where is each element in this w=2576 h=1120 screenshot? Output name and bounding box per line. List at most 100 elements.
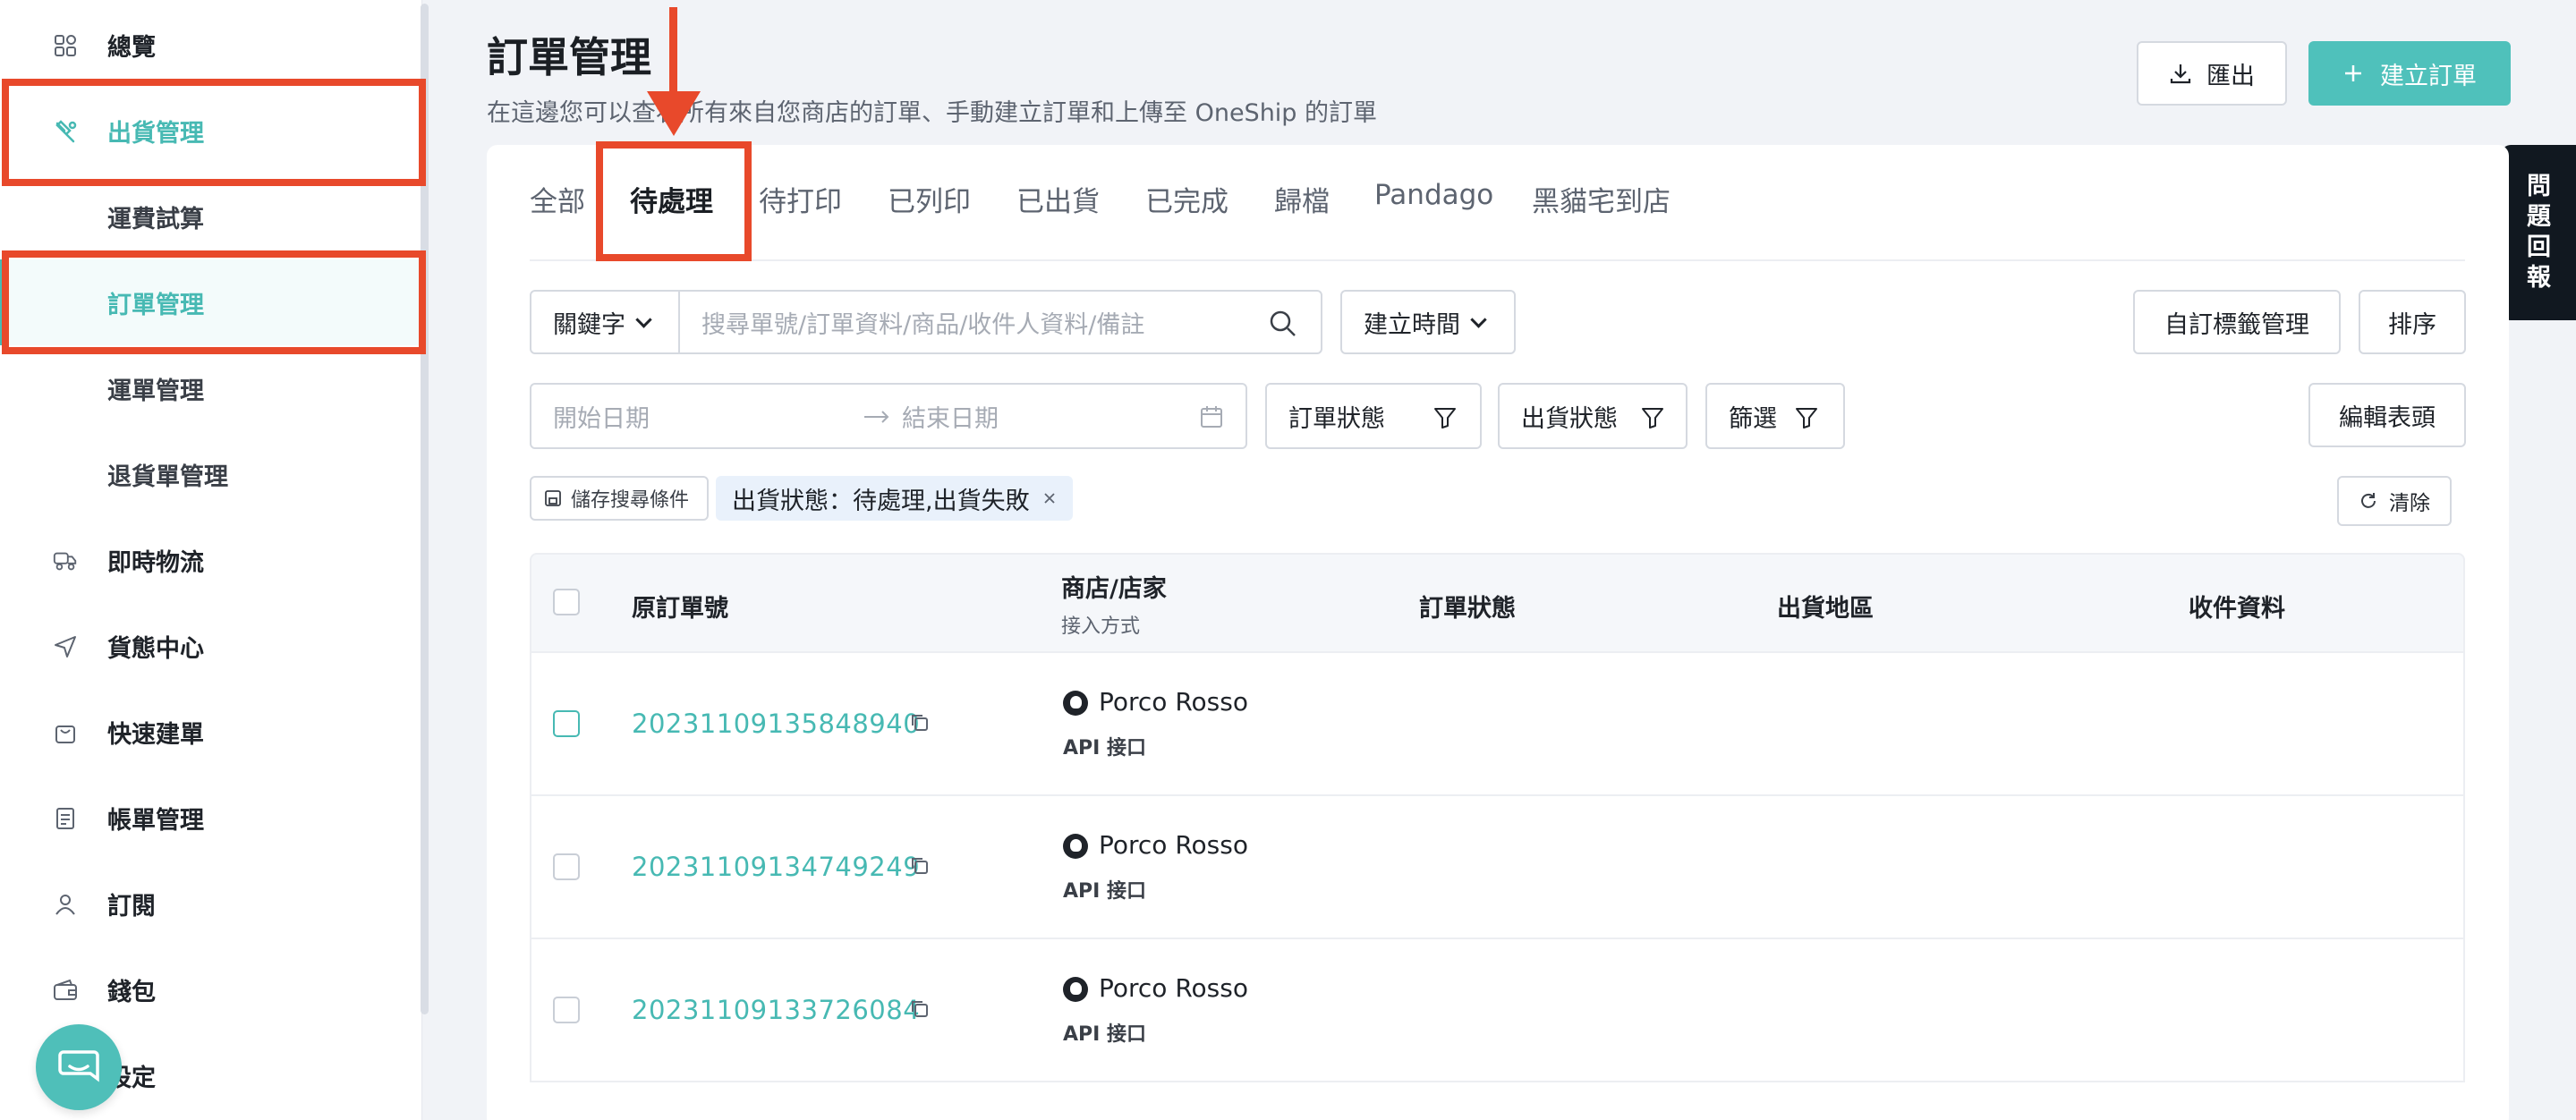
row-checkbox[interactable]: [553, 997, 580, 1023]
clear-filters-button[interactable]: 清除: [2337, 476, 2452, 526]
create-order-button[interactable]: 建立訂單: [2308, 41, 2511, 106]
table-header: 原訂單號 商店/店家 接入方式 訂單狀態 出貨地區 收件資料: [530, 553, 2465, 653]
tabs-divider: [530, 259, 2465, 261]
shipping-status-label: 出貨狀態: [1521, 404, 1618, 433]
save-icon: [545, 490, 561, 506]
store-logo-icon: [1063, 834, 1088, 859]
shipping-status-filter[interactable]: 出貨狀態: [1498, 383, 1688, 449]
end-date-placeholder: 結束日期: [902, 404, 999, 433]
sidebar-item-waybill[interactable]: 運單管理: [0, 345, 421, 431]
copy-icon[interactable]: [909, 712, 931, 734]
refresh-icon: [2361, 493, 2376, 508]
sidebar-item-subscription[interactable]: 訂閱: [0, 861, 421, 946]
sidebar-item-label: 錢包: [107, 978, 156, 1006]
sidebar-item-quick-create[interactable]: 快速建單: [0, 689, 421, 775]
tab-blackcat[interactable]: 黑貓宅到店: [1532, 179, 1671, 219]
date-range-picker[interactable]: 開始日期 結束日期: [530, 383, 1247, 449]
feedback-char: 報: [2527, 264, 2551, 292]
search-field[interactable]: 搜尋單號/訂單資料/商品/收件人資料/備註: [678, 290, 1322, 354]
sidebar-item-label: 貨態中心: [107, 634, 204, 663]
bill-icon: [52, 805, 79, 832]
funnel-icon: [1434, 408, 1456, 428]
store-name: Porco Rosso: [1099, 830, 1248, 860]
custom-tag-button[interactable]: 自訂標籤管理: [2133, 290, 2341, 354]
sidebar-item-freight-calc[interactable]: 運費試算: [0, 174, 421, 259]
order-status-label: 訂單狀態: [1288, 404, 1385, 433]
export-button[interactable]: 匯出: [2137, 41, 2287, 106]
row-checkbox[interactable]: [553, 710, 580, 737]
sidebar-item-shipping[interactable]: 出貨管理: [0, 88, 421, 174]
table-row[interactable]: 20231109133726084 Porco Rosso API 接口: [530, 939, 2465, 1082]
order-number-link[interactable]: 20231109133726084: [632, 995, 920, 1025]
plus-icon: [2345, 65, 2361, 81]
filter-label: 篩選: [1729, 404, 1777, 433]
sidebar-item-wallet[interactable]: 錢包: [0, 946, 421, 1032]
sidebar-item-label: 運單管理: [107, 377, 204, 405]
store-name: Porco Rosso: [1099, 973, 1248, 1003]
sidebar-item-returns[interactable]: 退貨單管理: [0, 431, 421, 517]
sort-button[interactable]: 排序: [2359, 290, 2466, 354]
keyword-select[interactable]: 關鍵字: [530, 290, 680, 354]
tab-pending[interactable]: 待處理: [630, 179, 713, 219]
custom-tag-label: 自訂標籤管理: [2164, 310, 2309, 339]
store-name: Porco Rosso: [1099, 687, 1248, 717]
keyword-select-label: 關鍵字: [553, 310, 625, 339]
save-search-label: 儲存搜尋條件: [571, 489, 690, 512]
funnel-icon: [1642, 408, 1663, 428]
sidebar-item-overview[interactable]: 總覽: [0, 2, 421, 88]
close-icon[interactable]: [1042, 491, 1057, 505]
arrow-right-icon: [864, 411, 889, 423]
tab-pandago[interactable]: Pandago: [1374, 179, 1493, 211]
tab-to-print[interactable]: 待打印: [759, 179, 842, 219]
tab-completed[interactable]: 已完成: [1145, 179, 1228, 219]
order-number-link[interactable]: 20231109134749249: [632, 852, 920, 882]
edit-header-button[interactable]: 編輯表頭: [2308, 383, 2466, 447]
chevron-down-icon: [1470, 310, 1487, 328]
active-indicator: [0, 259, 5, 345]
sidebar-item-label: 快速建單: [107, 720, 204, 749]
clear-label: 清除: [2389, 492, 2430, 515]
search-placeholder: 搜尋單號/訂單資料/商品/收件人資料/備註: [701, 310, 1145, 339]
store-logo-icon: [1063, 691, 1088, 716]
sidebar-scrollbar[interactable]: [421, 4, 429, 1014]
column-recipient: 收件資料: [2189, 595, 2285, 623]
sidebar-item-realtime-logistics[interactable]: 即時物流: [0, 517, 421, 603]
tab-all[interactable]: 全部: [530, 179, 585, 219]
sort-label: 排序: [2388, 310, 2436, 339]
feedback-tab[interactable]: 問 題 回 報: [2502, 145, 2576, 320]
delivery-icon: [52, 547, 79, 574]
search-icon[interactable]: [1269, 310, 1297, 338]
sidebar-item-label: 帳單管理: [107, 806, 204, 835]
copy-icon[interactable]: [909, 998, 931, 1020]
column-order-no: 原訂單號: [632, 595, 728, 623]
tab-archived[interactable]: 歸檔: [1274, 179, 1330, 219]
order-number-link[interactable]: 20231109135848940: [632, 708, 920, 739]
save-search-button[interactable]: 儲存搜尋條件: [530, 476, 709, 521]
bag-icon: [52, 719, 79, 746]
wallet-icon: [52, 977, 79, 1004]
start-date-placeholder: 開始日期: [553, 404, 650, 433]
tab-shipped[interactable]: 已出貨: [1016, 179, 1100, 219]
chat-launcher-button[interactable]: [36, 1024, 122, 1110]
sidebar-item-label: 即時物流: [107, 548, 204, 577]
created-time-select[interactable]: 建立時間: [1340, 290, 1516, 354]
edit-header-label: 編輯表頭: [2339, 403, 2436, 432]
funnel-icon: [1796, 408, 1817, 428]
row-checkbox[interactable]: [553, 853, 580, 880]
select-all-checkbox[interactable]: [553, 589, 580, 615]
filter-button[interactable]: 篩選: [1705, 383, 1845, 449]
sidebar-item-label: 總覽: [107, 33, 156, 62]
column-store: 商店/店家: [1061, 575, 1167, 603]
sidebar-item-order-management[interactable]: 訂單管理: [0, 259, 421, 345]
sidebar-item-tracking-center[interactable]: 貨態中心: [0, 603, 421, 689]
table-row[interactable]: 20231109135848940 Porco Rosso API 接口: [530, 653, 2465, 796]
copy-icon[interactable]: [909, 855, 931, 877]
tab-printed[interactable]: 已列印: [888, 179, 971, 219]
sidebar-item-label: 出貨管理: [107, 119, 204, 148]
sidebar-item-billing[interactable]: 帳單管理: [0, 775, 421, 861]
table-row[interactable]: 20231109134749249 Porco Rosso API 接口: [530, 796, 2465, 939]
feedback-char: 回: [2527, 233, 2551, 261]
active-filter-label: 出貨狀態：待處理,出貨失敗: [732, 487, 1030, 515]
order-status-filter[interactable]: 訂單狀態: [1265, 383, 1482, 449]
store-channel: API 接口: [1063, 737, 1146, 759]
